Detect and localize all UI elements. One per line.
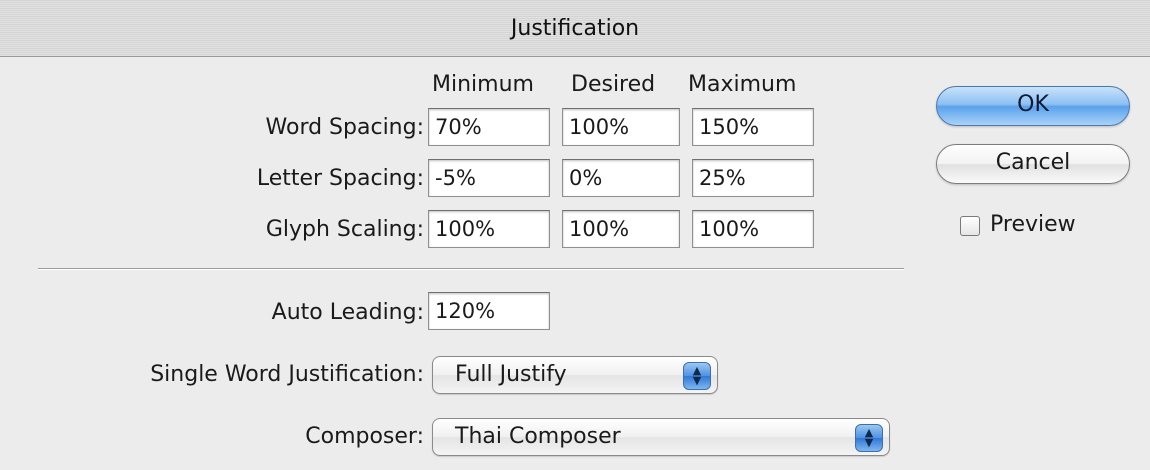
- word-spacing-label: Word Spacing:: [265, 115, 424, 140]
- composer-label: Composer:: [305, 424, 424, 449]
- cancel-button[interactable]: Cancel: [936, 144, 1130, 184]
- glyph-scaling-desired-field[interactable]: 100%: [562, 210, 680, 248]
- auto-leading-field[interactable]: 120%: [428, 292, 550, 330]
- glyph-scaling-max-field[interactable]: 100%: [692, 210, 814, 248]
- justification-dialog: Justification Minimum Desired Maximum Wo…: [0, 0, 1150, 470]
- column-header-minimum: Minimum: [432, 72, 534, 97]
- word-spacing-max-field[interactable]: 150%: [692, 108, 814, 146]
- preview-label[interactable]: Preview: [990, 212, 1076, 237]
- auto-leading-label: Auto Leading:: [271, 300, 424, 325]
- dialog-title: Justification: [510, 15, 640, 41]
- letter-spacing-max-field[interactable]: 25%: [692, 159, 814, 197]
- up-down-arrows-icon: ▲ ▼: [855, 424, 883, 452]
- letter-spacing-label: Letter Spacing:: [256, 166, 424, 191]
- word-spacing-min-field[interactable]: 70%: [428, 108, 550, 146]
- column-header-maximum: Maximum: [688, 72, 797, 97]
- single-word-justification-value: Full Justify: [455, 362, 567, 387]
- composer-popup[interactable]: Thai Composer ▲ ▼: [432, 418, 890, 456]
- composer-value: Thai Composer: [455, 424, 621, 449]
- preview-checkbox[interactable]: [960, 216, 980, 236]
- glyph-scaling-label: Glyph Scaling:: [265, 217, 424, 242]
- letter-spacing-min-field[interactable]: -5%: [428, 159, 550, 197]
- up-down-arrows-icon: ▲ ▼: [683, 362, 711, 390]
- ok-button[interactable]: OK: [936, 86, 1130, 126]
- single-word-justification-label: Single Word Justification:: [150, 362, 424, 387]
- column-header-desired: Desired: [571, 72, 656, 97]
- section-divider: [38, 268, 904, 270]
- glyph-scaling-min-field[interactable]: 100%: [428, 210, 550, 248]
- title-bar[interactable]: Justification: [0, 0, 1150, 57]
- letter-spacing-desired-field[interactable]: 0%: [562, 159, 680, 197]
- single-word-justification-popup[interactable]: Full Justify ▲ ▼: [432, 356, 718, 394]
- word-spacing-desired-field[interactable]: 100%: [562, 108, 680, 146]
